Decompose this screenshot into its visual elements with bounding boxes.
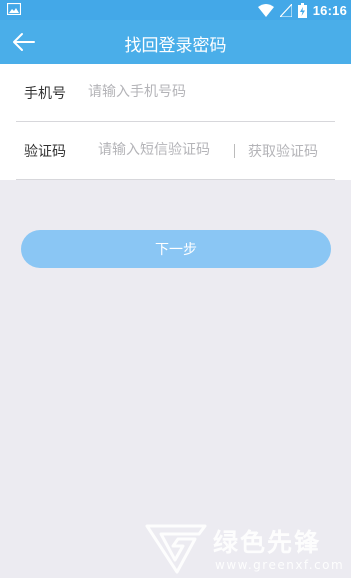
- status-bar: 16:16: [0, 0, 351, 20]
- watermark-url: www.greenxf.com: [215, 558, 345, 572]
- phone-row: 手机号: [16, 64, 335, 122]
- get-code-button[interactable]: 获取验证码: [248, 141, 318, 161]
- page-title: 找回登录密码: [124, 36, 227, 56]
- code-label: 验证码: [24, 144, 66, 160]
- sms-code-input[interactable]: [98, 135, 232, 165]
- watermark-text: 绿色先锋: [213, 528, 322, 557]
- code-row: 验证码 获取验证码: [16, 122, 335, 180]
- image-icon: [7, 3, 21, 15]
- watermark-logo-icon: [145, 524, 207, 574]
- next-button[interactable]: 下一步: [21, 230, 331, 268]
- battery-charging-icon: [297, 2, 307, 18]
- status-time: 16:16: [312, 2, 347, 18]
- signal-icon: [279, 3, 292, 17]
- divider: [234, 144, 235, 158]
- app-bar: 找回登录密码: [0, 20, 351, 64]
- reset-password-form: 手机号 验证码 获取验证码: [0, 64, 351, 180]
- phone-input[interactable]: [88, 77, 328, 107]
- phone-label: 手机号: [24, 86, 66, 102]
- status-icons: 16:16: [257, 0, 347, 20]
- wifi-icon: [257, 3, 274, 17]
- watermark: 绿色先锋 www.greenxf.com: [145, 520, 351, 578]
